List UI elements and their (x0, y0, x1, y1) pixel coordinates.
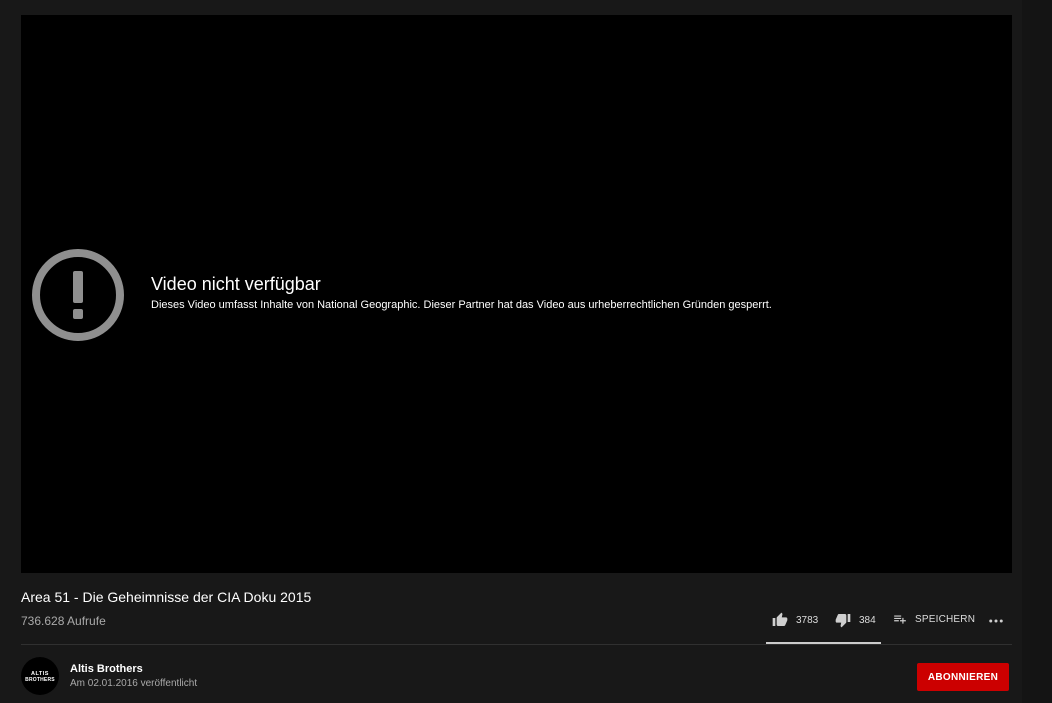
channel-logo-icon: ALTIS BROTHERS (25, 671, 55, 683)
view-count: 736.628 Aufrufe (21, 614, 106, 628)
watch-page: Video nicht verfügbar Dieses Video umfas… (0, 0, 1052, 703)
divider (21, 644, 1012, 645)
save-label: SPEICHERN (915, 613, 976, 625)
playlist-add-icon (894, 615, 906, 624)
channel-name[interactable]: Altis Brothers (70, 663, 143, 675)
error-reason: Dieses Video umfasst Inhalte von Nationa… (151, 299, 772, 311)
scrollbar-track[interactable] (1022, 0, 1052, 703)
alert-circle-icon (32, 249, 124, 341)
channel-avatar[interactable]: ALTIS BROTHERS (21, 657, 59, 695)
subscribe-button[interactable]: ABONNIEREN (917, 663, 1009, 691)
video-player[interactable]: Video nicht verfügbar Dieses Video umfas… (21, 15, 1012, 573)
dislike-count: 384 (859, 614, 876, 626)
publish-date: Am 02.01.2016 veröffentlicht (70, 678, 198, 689)
thumbs-up-icon (772, 612, 788, 626)
thumbs-down-icon (835, 614, 851, 628)
like-count: 3783 (796, 614, 819, 626)
video-title: Area 51 - Die Geheimnisse der CIA Doku 2… (21, 589, 312, 605)
dislike-button[interactable]: 384 (835, 612, 876, 628)
like-button[interactable]: 3783 (772, 612, 818, 628)
more-horizontal-icon (989, 619, 1003, 623)
error-title: Video nicht verfügbar (151, 274, 321, 294)
svg-text:BROTHERS: BROTHERS (25, 677, 55, 683)
more-actions-button[interactable] (987, 612, 1005, 630)
save-button[interactable]: SPEICHERN (893, 612, 975, 626)
